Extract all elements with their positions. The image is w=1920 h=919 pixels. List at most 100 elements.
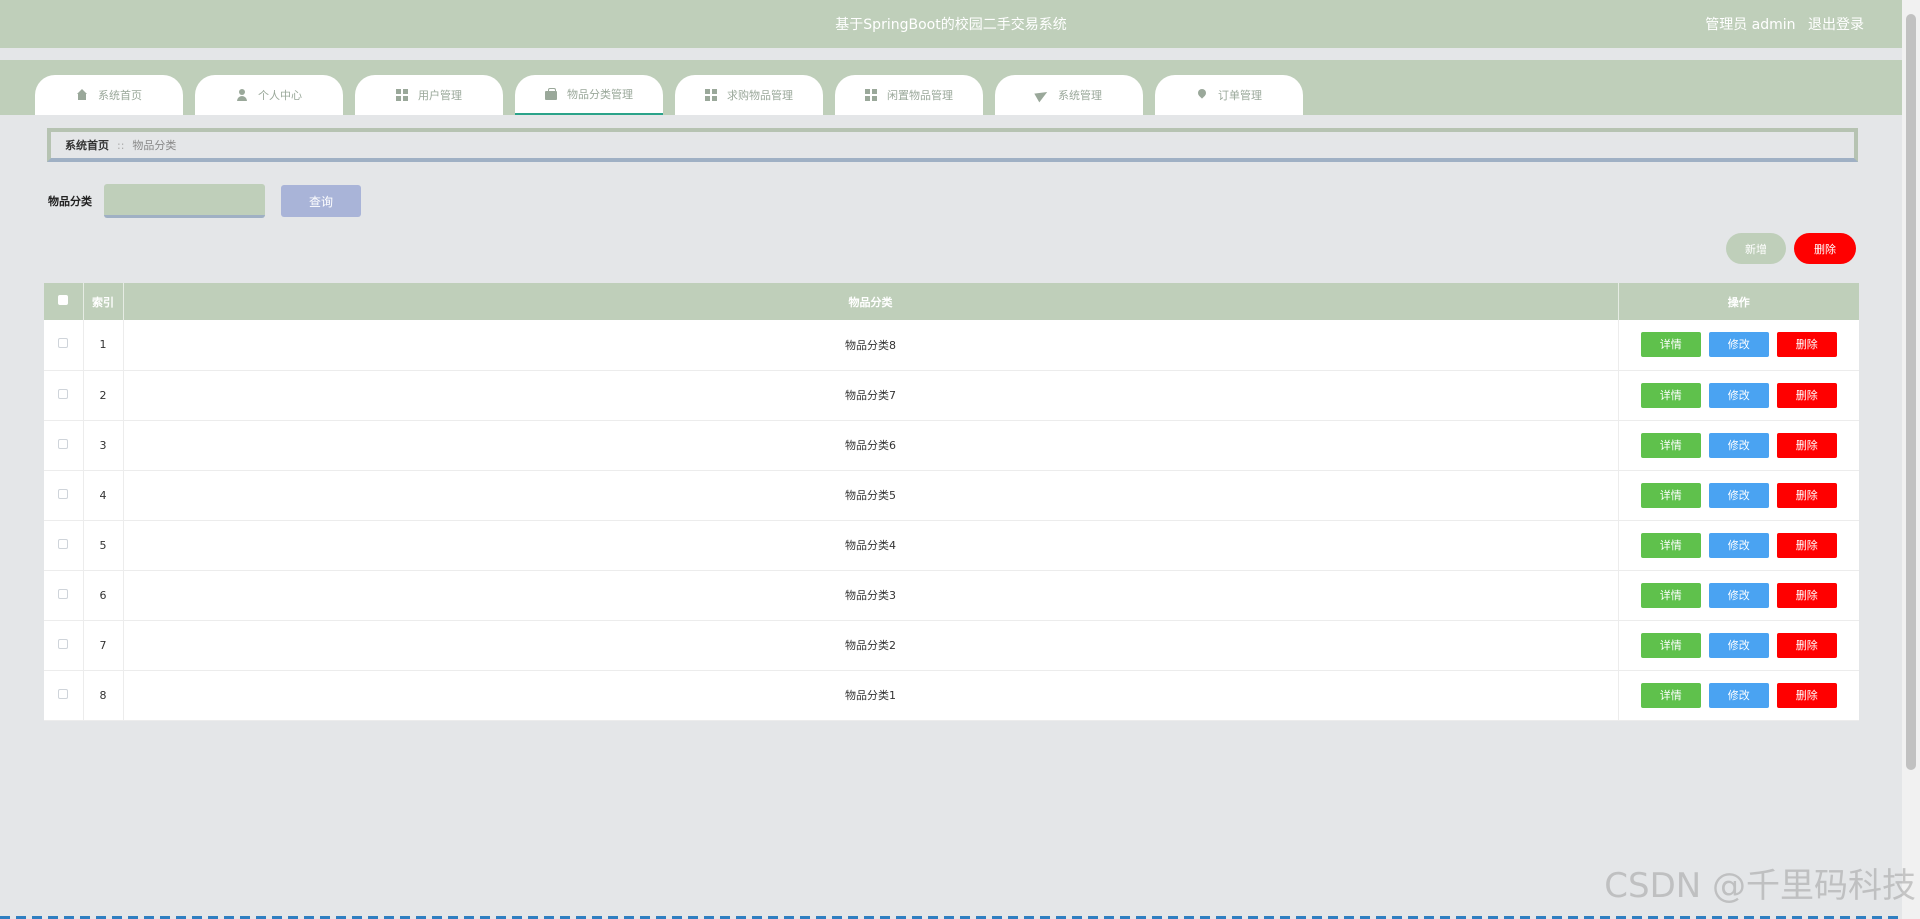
edit-button[interactable]: 修改 — [1708, 332, 1769, 358]
edit-button[interactable]: 修改 — [1708, 582, 1769, 608]
row-ops: 详情 修改 删除 — [1618, 670, 1859, 721]
header-select-all[interactable] — [44, 283, 84, 320]
row-category: 物品分类4 — [123, 520, 1619, 571]
row-select-cell[interactable] — [44, 570, 84, 621]
row-category: 物品分类6 — [123, 420, 1619, 471]
row-select-cell[interactable] — [44, 370, 84, 421]
header-index: 索引 — [83, 283, 124, 320]
row-delete-button[interactable]: 删除 — [1776, 432, 1837, 458]
top-header: 基于SpringBoot的校园二手交易系统 管理员 admin 退出登录 — [0, 0, 1902, 48]
add-button[interactable]: 新增 — [1726, 233, 1786, 264]
batch-delete-button[interactable]: 删除 — [1794, 233, 1856, 264]
row-category: 物品分类8 — [123, 320, 1619, 371]
row-checkbox[interactable] — [58, 638, 69, 649]
row-select-cell[interactable] — [44, 470, 84, 521]
scrollbar-track[interactable] — [1902, 0, 1920, 919]
admin-label: 管理员 admin — [1705, 17, 1796, 33]
tab-label: 求购物品管理 — [727, 89, 793, 102]
row-delete-button[interactable]: 删除 — [1776, 632, 1837, 658]
row-category: 物品分类3 — [123, 570, 1619, 621]
row-index: 2 — [83, 370, 124, 421]
breadcrumb: 系统首页 :: 物品分类 — [47, 128, 1858, 162]
row-select-cell[interactable] — [44, 520, 84, 571]
detail-button[interactable]: 详情 — [1640, 432, 1701, 458]
tab-idle-items[interactable]: 闲置物品管理 — [835, 75, 983, 115]
row-delete-button[interactable]: 删除 — [1776, 382, 1837, 408]
tab-system-management[interactable]: 系统管理 — [995, 75, 1143, 115]
row-checkbox[interactable] — [58, 438, 69, 449]
row-delete-button[interactable]: 删除 — [1776, 532, 1837, 558]
detail-button[interactable]: 详情 — [1640, 482, 1701, 508]
row-checkbox[interactable] — [58, 538, 69, 549]
row-category: 物品分类7 — [123, 370, 1619, 421]
watermark: CSDN @千里码科技 — [1604, 866, 1916, 906]
row-checkbox[interactable] — [58, 338, 69, 349]
row-index: 3 — [83, 420, 124, 471]
edit-button[interactable]: 修改 — [1708, 432, 1769, 458]
row-ops: 详情 修改 删除 — [1618, 420, 1859, 471]
tab-label: 订单管理 — [1218, 89, 1262, 102]
row-checkbox[interactable] — [58, 388, 69, 399]
grid-icon — [865, 89, 877, 101]
row-ops: 详情 修改 删除 — [1618, 620, 1859, 671]
table-row: 2 物品分类7 详情 修改 删除 — [44, 370, 1859, 421]
row-delete-button[interactable]: 删除 — [1776, 582, 1837, 608]
breadcrumb-current: 物品分类 — [132, 139, 177, 152]
edit-button[interactable]: 修改 — [1708, 532, 1769, 558]
header-gap — [0, 48, 1902, 60]
edit-button[interactable]: 修改 — [1708, 632, 1769, 658]
row-category: 物品分类1 — [123, 670, 1619, 721]
tab-user-management[interactable]: 用户管理 — [355, 75, 503, 115]
edit-button[interactable]: 修改 — [1708, 482, 1769, 508]
tab-label: 系统管理 — [1058, 89, 1102, 102]
tab-label: 用户管理 — [418, 89, 462, 102]
system-title: 基于SpringBoot的校园二手交易系统 — [835, 17, 1067, 33]
tab-category-management[interactable]: 物品分类管理 — [515, 75, 663, 115]
row-index: 6 — [83, 570, 124, 621]
row-select-cell[interactable] — [44, 320, 84, 371]
edit-button[interactable]: 修改 — [1708, 682, 1769, 708]
row-index: 7 — [83, 620, 124, 671]
row-delete-button[interactable]: 删除 — [1776, 332, 1837, 358]
category-search-input[interactable] — [104, 184, 265, 218]
pin-icon — [1196, 89, 1208, 101]
logout-link[interactable]: 退出登录 — [1808, 17, 1864, 33]
detail-button[interactable]: 详情 — [1640, 532, 1701, 558]
row-delete-button[interactable]: 删除 — [1776, 482, 1837, 508]
breadcrumb-home[interactable]: 系统首页 — [65, 137, 109, 153]
row-checkbox[interactable] — [58, 688, 69, 699]
row-select-cell[interactable] — [44, 420, 84, 471]
edit-button[interactable]: 修改 — [1708, 382, 1769, 408]
search-label: 物品分类 — [48, 195, 92, 208]
tab-order-management[interactable]: 订单管理 — [1155, 75, 1303, 115]
table-row: 5 物品分类4 详情 修改 删除 — [44, 520, 1859, 571]
tab-label: 系统首页 — [98, 89, 142, 102]
row-checkbox[interactable] — [58, 588, 69, 599]
tab-home[interactable]: 系统首页 — [35, 75, 183, 115]
scrollbar-thumb[interactable] — [1906, 14, 1916, 770]
user-icon — [236, 89, 248, 101]
home-icon — [76, 89, 88, 101]
row-category: 物品分类5 — [123, 470, 1619, 521]
detail-button[interactable]: 详情 — [1640, 332, 1701, 358]
row-checkbox[interactable] — [58, 488, 69, 499]
search-button[interactable]: 查询 — [281, 185, 361, 217]
select-all-checkbox[interactable] — [58, 295, 69, 305]
detail-button[interactable]: 详情 — [1640, 582, 1701, 608]
table-row: 1 物品分类8 详情 修改 删除 — [44, 320, 1859, 371]
row-select-cell[interactable] — [44, 620, 84, 671]
row-category: 物品分类2 — [123, 620, 1619, 671]
detail-button[interactable]: 详情 — [1640, 632, 1701, 658]
row-ops: 详情 修改 删除 — [1618, 570, 1859, 621]
tab-wanted-items[interactable]: 求购物品管理 — [675, 75, 823, 115]
tab-personal-center[interactable]: 个人中心 — [195, 75, 343, 115]
detail-button[interactable]: 详情 — [1640, 382, 1701, 408]
row-select-cell[interactable] — [44, 670, 84, 721]
detail-button[interactable]: 详情 — [1640, 682, 1701, 708]
category-table: 索引 物品分类 操作 1 物品分类8 详情 修改 删除 2 物品分类7 详情 修改 删除 3 物品分类… — [44, 283, 1859, 721]
row-index: 4 — [83, 470, 124, 521]
bag-icon — [545, 88, 557, 100]
row-delete-button[interactable]: 删除 — [1776, 682, 1837, 708]
table-row: 3 物品分类6 详情 修改 删除 — [44, 420, 1859, 471]
row-index: 1 — [83, 320, 124, 371]
